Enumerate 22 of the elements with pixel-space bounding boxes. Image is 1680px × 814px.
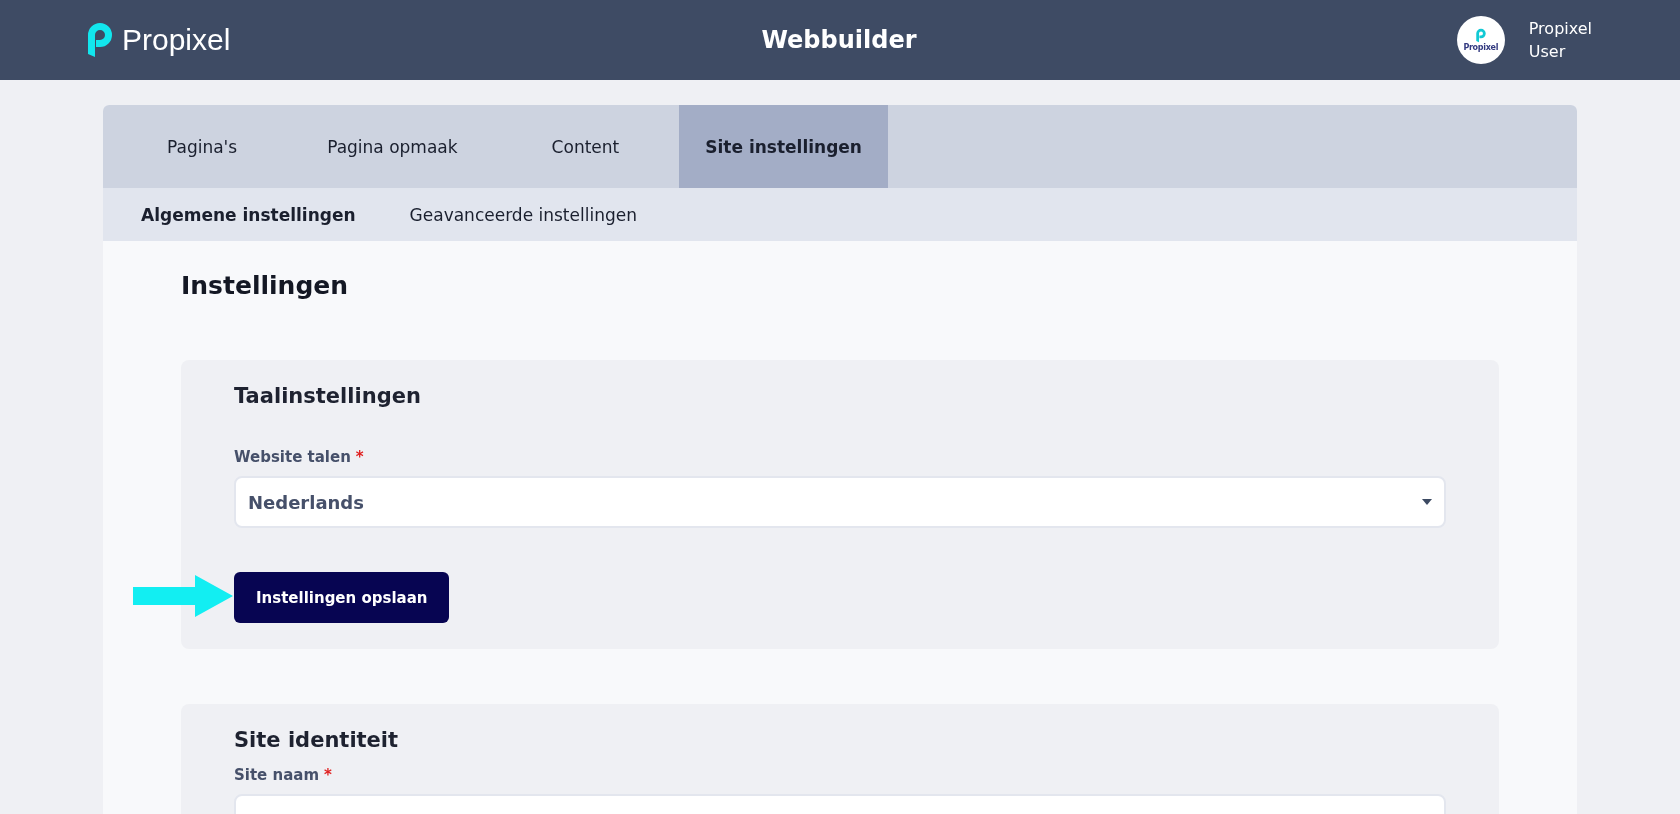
save-button[interactable]: Instellingen opslaan bbox=[234, 572, 450, 623]
tab[interactable]: Content bbox=[517, 105, 680, 188]
logo-text: Propixel bbox=[122, 23, 231, 57]
app-title: Webbuilder bbox=[761, 26, 917, 54]
tab[interactable]: Pagina opmaak bbox=[297, 105, 518, 188]
field-label: Website talen bbox=[234, 448, 351, 466]
user-role: User bbox=[1528, 42, 1567, 61]
section-title: Site identiteit bbox=[234, 728, 400, 752]
user-name: Propixel bbox=[1528, 19, 1592, 38]
required-mark: * bbox=[355, 448, 364, 466]
language-select[interactable]: Nederlands bbox=[234, 476, 1446, 528]
user-avatar[interactable]: Propixel bbox=[1456, 16, 1505, 64]
tab[interactable]: Site instellingen bbox=[679, 105, 888, 188]
tab[interactable]: Pagina's bbox=[133, 105, 298, 188]
field-label: Site naam bbox=[234, 766, 320, 784]
subtab[interactable]: Algemene instellingen bbox=[141, 188, 356, 241]
caret-icon bbox=[1422, 499, 1432, 505]
subtab[interactable]: Geavanceerde instellingen bbox=[409, 188, 637, 241]
logo-icon bbox=[86, 21, 114, 59]
page-title: Instellingen bbox=[181, 271, 350, 300]
section-title: Taalinstellingen bbox=[234, 384, 422, 408]
required-mark: * bbox=[324, 766, 332, 784]
